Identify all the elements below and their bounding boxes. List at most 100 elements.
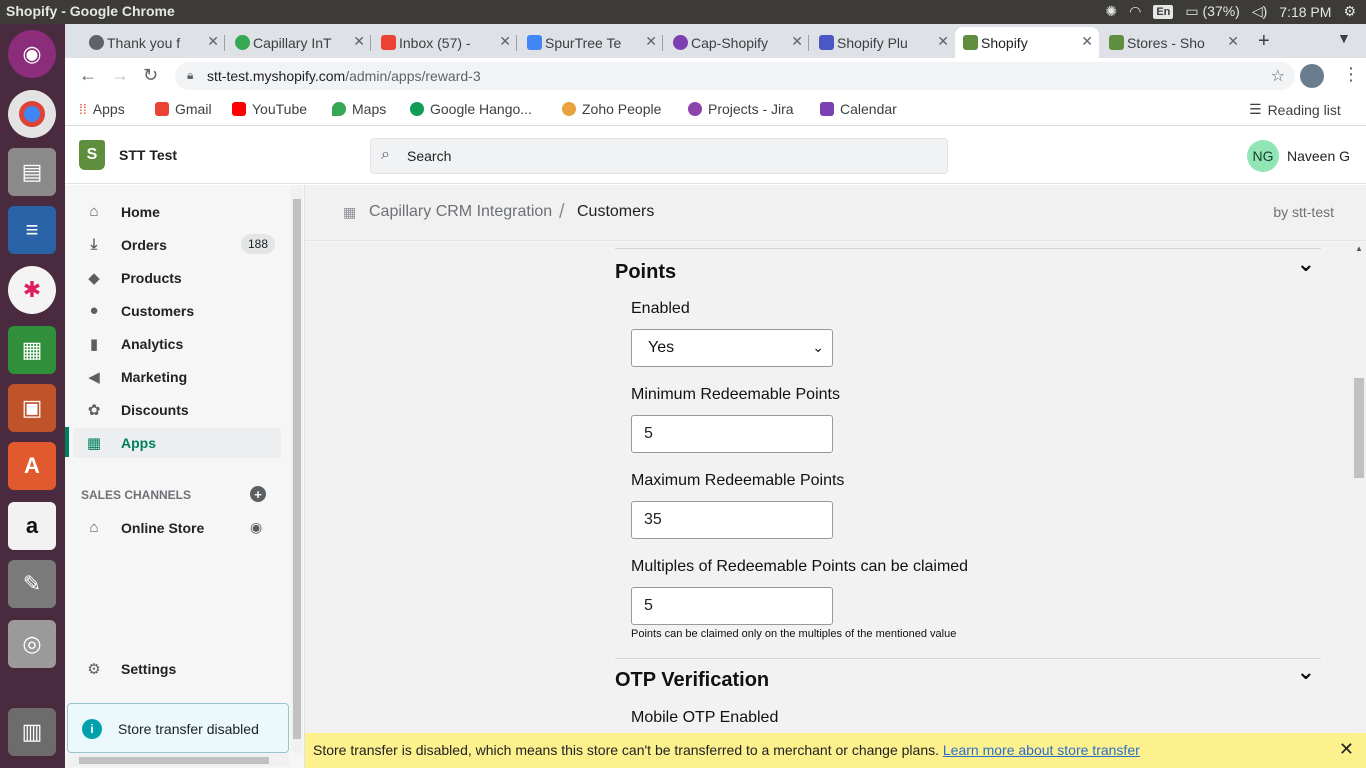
nav-item-apps[interactable]: ▦ Apps bbox=[73, 428, 281, 458]
calc-icon[interactable]: ▦ bbox=[8, 326, 56, 374]
keyboard-layout-indicator[interactable]: En bbox=[1153, 4, 1174, 19]
close-tab-icon[interactable]: ✕ bbox=[645, 33, 657, 50]
bookmark-apps[interactable]: ⁞⁞ Apps bbox=[79, 101, 125, 117]
points-heading[interactable]: Points bbox=[615, 261, 676, 284]
browser-tab[interactable]: Cap-Shopify ✕ bbox=[665, 27, 809, 58]
bookmark-gmail[interactable]: Gmail bbox=[155, 101, 212, 117]
ubuntu-logo-icon[interactable]: ◉ bbox=[8, 30, 56, 78]
bookmark-maps[interactable]: Maps bbox=[332, 101, 386, 117]
bookmark-star-icon[interactable]: ☆ bbox=[1271, 66, 1285, 86]
nav-label: Products bbox=[121, 270, 182, 286]
settings-gear-icon[interactable]: ⚙ bbox=[1343, 3, 1356, 20]
multiples-input[interactable]: 5 bbox=[631, 587, 833, 625]
nav-item-products[interactable]: ◆ Products bbox=[73, 263, 281, 293]
min-points-input[interactable]: 5 bbox=[631, 415, 833, 453]
bookmark-label: Zoho People bbox=[582, 101, 662, 117]
clock[interactable]: 7:18 PM bbox=[1279, 4, 1331, 20]
system-settings-icon[interactable]: ✎ bbox=[8, 560, 56, 608]
nav-item-discounts[interactable]: ✿ Discounts bbox=[73, 395, 281, 425]
back-arrow-icon[interactable]: ← bbox=[79, 65, 97, 86]
view-store-eye-icon[interactable]: ◉ bbox=[250, 519, 262, 536]
otp-heading[interactable]: OTP Verification bbox=[615, 669, 769, 692]
learn-more-link[interactable]: Learn more about store transfer bbox=[943, 742, 1140, 758]
main-content: ▦ Capillary CRM Integration / Customers … bbox=[305, 185, 1366, 733]
browser-tab[interactable]: Shopify Plu ✕ bbox=[811, 27, 955, 58]
close-tab-icon[interactable]: ✕ bbox=[499, 33, 511, 50]
bookmark-hangouts[interactable]: Google Hango... bbox=[410, 101, 532, 117]
close-tab-icon[interactable]: ✕ bbox=[1081, 33, 1093, 50]
add-sales-channel-icon[interactable]: + bbox=[250, 486, 266, 502]
address-bar[interactable]: 🔒︎ stt-test.myshopify.com/admin/apps/rew… bbox=[175, 62, 1295, 90]
app-author[interactable]: by stt-test bbox=[1273, 204, 1334, 220]
scrollbar-thumb[interactable] bbox=[293, 199, 301, 739]
breadcrumb: ▦ Capillary CRM Integration / Customers … bbox=[305, 185, 1366, 241]
writer-icon[interactable]: ≡ bbox=[8, 206, 56, 254]
lock-icon[interactable]: 🔒︎ bbox=[187, 68, 193, 83]
close-tab-icon[interactable]: ✕ bbox=[207, 33, 219, 50]
browser-tab[interactable]: Inbox (57) - ✕ bbox=[373, 27, 517, 58]
close-icon[interactable]: ✕ bbox=[1339, 739, 1354, 760]
reload-icon[interactable]: ↻ bbox=[143, 65, 158, 86]
volume-icon[interactable]: ◁) bbox=[1252, 3, 1267, 20]
nav-item-orders[interactable]: ⤓ Orders 188 bbox=[73, 230, 281, 260]
nav-item-analytics[interactable]: ▮ Analytics bbox=[73, 329, 281, 359]
breadcrumb-app-link[interactable]: Capillary CRM Integration bbox=[369, 203, 552, 221]
bookmark-jira[interactable]: Projects - Jira bbox=[688, 101, 794, 117]
search-input[interactable]: ⌕ Search bbox=[370, 138, 948, 174]
tab-favicon-icon bbox=[381, 35, 396, 50]
sidebar-scrollbar[interactable] bbox=[291, 185, 303, 753]
close-tab-icon[interactable]: ✕ bbox=[791, 33, 803, 50]
bookmark-calendar[interactable]: Calendar bbox=[820, 101, 897, 117]
avatar[interactable]: NG bbox=[1247, 140, 1279, 172]
profile-avatar[interactable] bbox=[1300, 64, 1324, 88]
chevron-down-icon[interactable]: ⌄ bbox=[1297, 659, 1315, 685]
sidebar-horizontal-scrollbar[interactable] bbox=[67, 753, 289, 767]
close-tab-icon[interactable]: ✕ bbox=[353, 33, 365, 50]
app-scrollbar[interactable]: ▲ bbox=[1352, 242, 1366, 733]
indicator-icon[interactable]: ✺ bbox=[1105, 3, 1117, 20]
browser-tab[interactable]: SpurTree Te ✕ bbox=[519, 27, 663, 58]
user-name[interactable]: Naveen G bbox=[1287, 148, 1350, 164]
tab-favicon-icon bbox=[235, 35, 250, 50]
files-icon[interactable]: ▤ bbox=[8, 148, 56, 196]
wifi-icon[interactable]: ◠ bbox=[1129, 3, 1141, 20]
nav-item-marketing[interactable]: ◀ Marketing bbox=[73, 362, 281, 392]
chevron-down-icon[interactable]: ⌄ bbox=[1297, 251, 1315, 277]
reading-list[interactable]: ☰ Reading list bbox=[1249, 101, 1341, 118]
browser-tab[interactable]: Stores - Sho ✕ bbox=[1101, 27, 1245, 58]
close-tab-icon[interactable]: ✕ bbox=[1227, 33, 1239, 50]
bookmark-youtube[interactable]: YouTube bbox=[232, 101, 307, 117]
amazon-icon[interactable]: a bbox=[8, 502, 56, 550]
scrollbar-thumb[interactable] bbox=[79, 757, 269, 764]
tab-search-chevron-icon[interactable]: ▼ bbox=[1337, 30, 1351, 46]
browser-tab[interactable]: Thank you f ✕ bbox=[81, 27, 225, 58]
store-name[interactable]: STT Test bbox=[119, 147, 177, 163]
close-tab-icon[interactable]: ✕ bbox=[937, 33, 949, 50]
browser-tab[interactable]: Capillary InT ✕ bbox=[227, 27, 371, 58]
calendar-icon bbox=[820, 102, 834, 116]
battery-indicator[interactable]: ▭ (37%) bbox=[1185, 3, 1239, 20]
chrome-menu-icon[interactable]: ⋮ bbox=[1342, 64, 1360, 85]
ubuntu-launcher: ◉ ▤ ≡ ✱ ▦ ▣ A a ✎ ◎ ▥ bbox=[0, 24, 65, 768]
software-center-icon[interactable]: A bbox=[8, 442, 56, 490]
browser-tab-active[interactable]: Shopify ✕ bbox=[955, 27, 1099, 58]
store-transfer-notice[interactable]: i Store transfer disabled bbox=[67, 703, 289, 753]
tab-label: SpurTree Te bbox=[545, 34, 622, 51]
camera-icon[interactable]: ◎ bbox=[8, 620, 56, 668]
nav-item-settings[interactable]: ⚙ Settings bbox=[73, 654, 281, 684]
shopify-bag-icon[interactable]: S bbox=[79, 140, 105, 170]
scroll-up-arrow-icon[interactable]: ▲ bbox=[1355, 244, 1363, 253]
max-points-input[interactable]: 35 bbox=[631, 501, 833, 539]
nav-item-home[interactable]: ⌂ Home bbox=[73, 197, 281, 227]
enabled-select[interactable]: Yes ⌄ bbox=[631, 329, 833, 367]
slack-icon[interactable]: ✱ bbox=[8, 266, 56, 314]
new-tab-plus-icon[interactable]: + bbox=[1258, 30, 1270, 53]
impress-icon[interactable]: ▣ bbox=[8, 384, 56, 432]
bookmark-zoho[interactable]: Zoho People bbox=[562, 101, 661, 117]
nav-label: Analytics bbox=[121, 336, 184, 352]
scrollbar-thumb[interactable] bbox=[1354, 378, 1364, 478]
trash-icon[interactable]: ▥ bbox=[8, 708, 56, 756]
forward-arrow-icon[interactable]: → bbox=[111, 65, 129, 86]
nav-item-customers[interactable]: ● Customers bbox=[73, 296, 281, 326]
chrome-icon[interactable] bbox=[8, 90, 56, 138]
